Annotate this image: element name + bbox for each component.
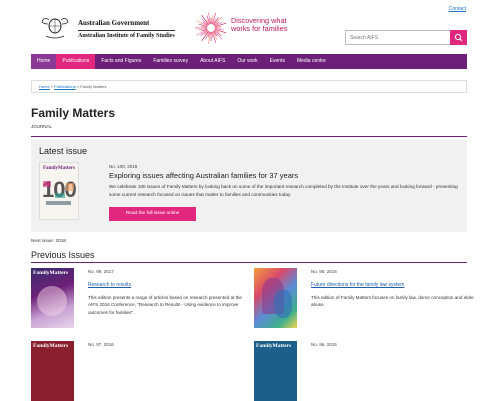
nav-about-aifs[interactable]: About AIFS: [194, 54, 231, 69]
page-title: Family Matters: [31, 106, 116, 120]
latest-issue-panel: Latest issue FamilyMatters 100 No. 100, …: [31, 140, 467, 232]
breadcrumb-home[interactable]: Home: [39, 84, 50, 89]
cover-brand: FamilyMatters: [256, 343, 292, 349]
main-nav: Home Publications Facts and Figures Fami…: [31, 54, 467, 69]
latest-issue-number: No. 100, 2018: [109, 164, 138, 169]
issue-number: No. 98, 2016: [311, 269, 337, 274]
latest-issue-cover[interactable]: FamilyMatters 100: [39, 162, 79, 220]
issue-cover[interactable]: FamilyMatters: [31, 341, 74, 401]
issue-number: No. 96, 2015: [311, 342, 337, 347]
latest-issue-title: Exploring issues affecting Australian fa…: [109, 171, 299, 180]
nav-publications[interactable]: Publications: [56, 54, 96, 69]
cover-brand: FamilyMatters: [43, 166, 75, 171]
breadcrumb-current: Family Matters: [80, 84, 107, 89]
nav-facts-and-figures[interactable]: Facts and Figures: [95, 54, 147, 69]
breadcrumb-separator: »: [76, 84, 80, 89]
read-full-issue-button[interactable]: Read the full issue online: [109, 207, 196, 221]
latest-issue-description: We celebrate 100 issues of Family Matter…: [109, 184, 458, 197]
coat-of-arms-icon: [41, 18, 69, 39]
nav-events[interactable]: Events: [264, 54, 291, 69]
breadcrumb-separator: »: [50, 84, 54, 89]
issue-cover[interactable]: [254, 268, 297, 328]
nav-home[interactable]: Home: [31, 54, 57, 69]
nav-media-centre[interactable]: Media centre: [291, 54, 332, 69]
starburst-logo-icon: [195, 12, 227, 44]
issue-description: This edition of Family Matters focuses o…: [311, 295, 474, 308]
previous-issues-heading: Previous Issues: [31, 250, 95, 260]
institute-name: Australian Institute of Family Studies: [78, 30, 175, 39]
breadcrumb-publications[interactable]: Publications: [54, 84, 76, 89]
search-icon: [454, 33, 463, 42]
divider: [31, 136, 467, 137]
cover-brand: FamilyMatters: [33, 270, 69, 276]
nav-our-work[interactable]: Our work: [231, 54, 263, 69]
search-input[interactable]: [350, 35, 450, 41]
issue-cover[interactable]: FamilyMatters: [31, 268, 74, 328]
issue-title-link[interactable]: Future directions for the family law sys…: [311, 282, 404, 288]
issue-number: No. 97, 2016: [88, 342, 114, 347]
search-button[interactable]: [450, 30, 467, 45]
divider: [31, 262, 467, 263]
contact-link[interactable]: Contact: [449, 6, 466, 12]
latest-issue-heading: Latest issue: [39, 146, 88, 156]
australian-government-logo[interactable]: Australian Government Australian Institu…: [40, 14, 190, 44]
breadcrumb: Home » Publications » Family Matters: [31, 80, 467, 93]
tagline-text: Discovering what works for families: [231, 16, 288, 33]
government-name: Australian Government: [78, 19, 150, 27]
cover-brand: FamilyMatters: [33, 343, 69, 349]
aifs-tagline-logo: Discovering what works for families: [193, 10, 343, 45]
nav-families-survey[interactable]: Families survey: [147, 54, 194, 69]
issue-cover[interactable]: FamilyMatters: [254, 341, 297, 401]
page-subtitle: JOURNAL: [31, 124, 53, 129]
issue-number: No. 99, 2017: [88, 269, 114, 274]
issue-title-link[interactable]: Research to results: [88, 282, 131, 288]
issue-description: This edition presents a range of article…: [88, 295, 242, 315]
next-issue-note: Next issue: 2018: [31, 238, 66, 243]
search-box: [345, 30, 467, 45]
